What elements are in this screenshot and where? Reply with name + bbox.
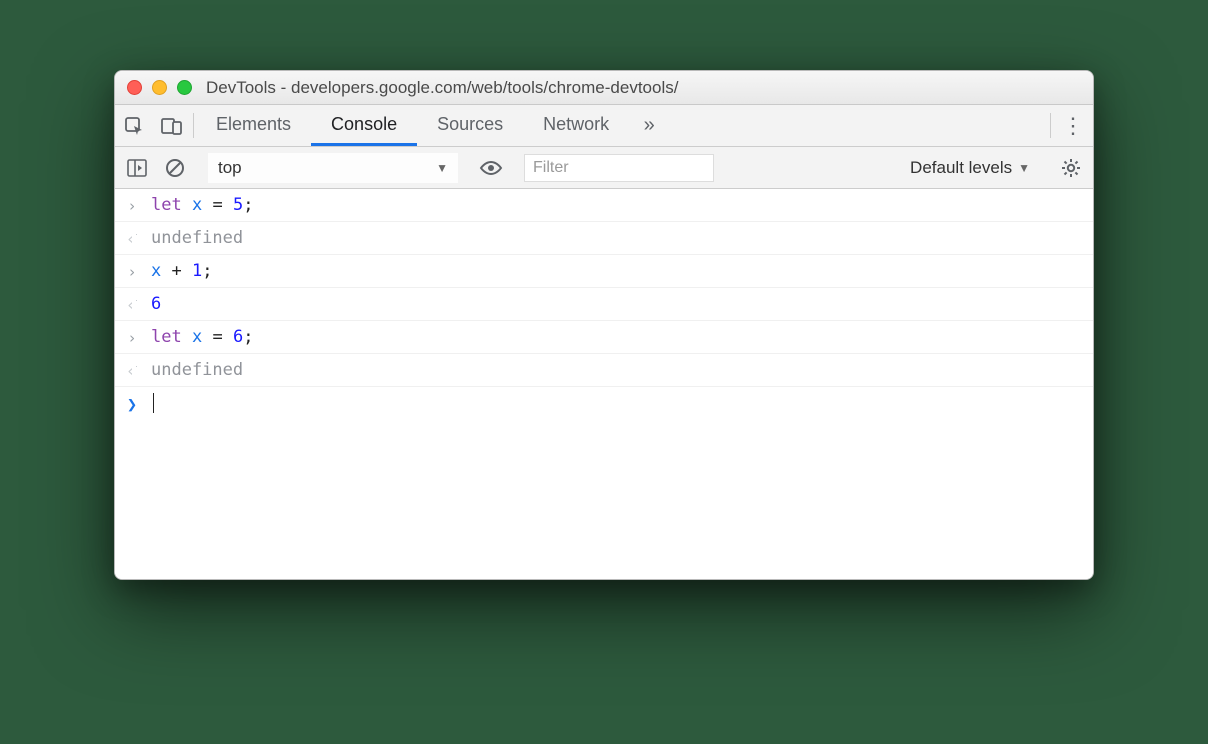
- console-prompt-row[interactable]: ❯: [115, 387, 1093, 421]
- input-chevron-icon: ›: [123, 327, 141, 347]
- log-levels-label: Default levels: [910, 158, 1012, 178]
- minimize-window-button[interactable]: [152, 80, 167, 95]
- tab-network[interactable]: Network: [523, 105, 629, 146]
- console-input-row: › let x = 6;: [115, 321, 1093, 354]
- context-selector[interactable]: top ▼: [208, 153, 458, 183]
- window-title: DevTools - developers.google.com/web/too…: [206, 78, 678, 98]
- output-chevron-icon: ‹․: [123, 228, 141, 248]
- more-tabs-button[interactable]: »: [629, 105, 669, 146]
- inspect-element-icon[interactable]: [115, 105, 153, 146]
- console-output-row: ‹․ undefined: [115, 354, 1093, 387]
- console-input-row: › let x = 5;: [115, 189, 1093, 222]
- device-toolbar-icon[interactable]: [153, 105, 191, 146]
- console-text: undefined: [151, 228, 243, 248]
- log-levels-selector[interactable]: Default levels ▼: [902, 158, 1038, 178]
- prompt-chevron-icon: ❯: [123, 393, 141, 415]
- context-label: top: [218, 158, 242, 178]
- console-output-row: ‹․ 6: [115, 288, 1093, 321]
- titlebar: DevTools - developers.google.com/web/too…: [115, 71, 1093, 105]
- console-input[interactable]: [151, 393, 154, 413]
- separator: [193, 113, 194, 138]
- input-chevron-icon: ›: [123, 261, 141, 281]
- devtools-window: DevTools - developers.google.com/web/too…: [114, 70, 1094, 580]
- filter-input[interactable]: [524, 154, 714, 182]
- console-text: undefined: [151, 360, 243, 380]
- console-input-row: › x + 1;: [115, 255, 1093, 288]
- tabs-bar: Elements Console Sources Network » ⋮: [115, 105, 1093, 147]
- console-toolbar: top ▼ Default levels ▼: [115, 147, 1093, 189]
- console-text: x + 1;: [151, 261, 212, 281]
- toggle-sidebar-icon[interactable]: [121, 152, 153, 184]
- console-text: let x = 5;: [151, 195, 253, 215]
- clear-console-icon[interactable]: [159, 152, 191, 184]
- console-settings-icon[interactable]: [1055, 152, 1087, 184]
- chevron-down-icon: ▼: [1018, 161, 1030, 175]
- output-chevron-icon: ‹․: [123, 294, 141, 314]
- zoom-window-button[interactable]: [177, 80, 192, 95]
- chevron-down-icon: ▼: [436, 161, 448, 175]
- text-caret: [153, 393, 154, 413]
- tab-console[interactable]: Console: [311, 105, 417, 146]
- separator: [1050, 113, 1051, 138]
- tab-sources[interactable]: Sources: [417, 105, 523, 146]
- panel-tabs: Elements Console Sources Network: [196, 105, 629, 146]
- settings-menu-button[interactable]: ⋮: [1053, 105, 1093, 146]
- console-text: let x = 6;: [151, 327, 253, 347]
- live-expression-icon[interactable]: [475, 152, 507, 184]
- tab-elements[interactable]: Elements: [196, 105, 311, 146]
- console-output-row: ‹․ undefined: [115, 222, 1093, 255]
- console-text: 6: [151, 294, 161, 314]
- window-controls: [127, 80, 192, 95]
- console-output: › let x = 5; ‹․ undefined › x + 1; ‹․ 6 › let x =…: [115, 189, 1093, 579]
- output-chevron-icon: ‹․: [123, 360, 141, 380]
- close-window-button[interactable]: [127, 80, 142, 95]
- input-chevron-icon: ›: [123, 195, 141, 215]
